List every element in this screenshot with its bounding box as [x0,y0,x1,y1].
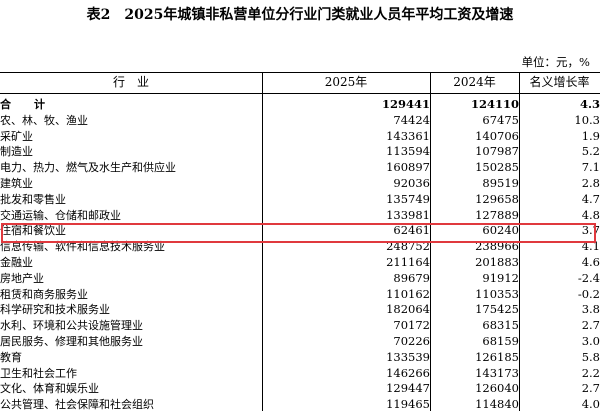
table-row: 科学研究和技术服务业 182064 175425 3.8 [0,302,600,318]
wage-2024: 89519 [482,175,519,190]
wage-2024: 129658 [475,191,519,206]
wage-2025: 70226 [393,333,430,348]
table-row: 建筑业 92036 89519 2.8 [0,176,600,192]
growth-rate: 7.1 [581,160,600,175]
table-row: 农、林、牧、渔业 74424 67475 10.3 [0,113,600,129]
table-row: 居民服务、修理和其他服务业 70226 68159 3.0 [0,334,600,350]
growth-rate: 4.7 [581,191,600,206]
wage-2025: 129441 [381,97,430,111]
industry-name: 租赁和商务服务业 [0,287,88,301]
wage-2024: 175425 [475,302,519,317]
table-row: 金融业 211164 201883 4.6 [0,255,600,271]
header-2024: 2024年 [453,75,496,89]
table-row: 采矿业 143361 140706 1.9 [0,129,600,145]
wage-table: 合 计 129441 124110 4.3 农、林、牧、渔业 74424 67475 10.3… [0,97,600,413]
industry-name: 电力、热力、燃气及水生产和供应业 [0,161,176,175]
unit-note: 单位：元，% [521,55,590,69]
table-row: 房地产业 89679 91912 -2.4 [0,271,600,287]
wage-2025: 143361 [386,128,430,143]
table-title: 表2 2025年城镇非私营单位分行业门类就业人员年平均工资及增速 [0,6,600,24]
industry-name: 居民服务、修理和其他服务业 [0,334,143,348]
table-row: 卫生和社会工作 146266 143173 2.2 [0,366,600,382]
table-row: 交通运输、仓储和邮政业 133981 127889 4.8 [0,208,600,224]
growth-rate: 2.7 [581,381,600,396]
growth-rate: 2.2 [581,365,600,380]
growth-rate: 2.8 [581,175,600,190]
wage-2025: 74424 [393,112,430,127]
industry-name: 水利、环境和公共设施管理业 [0,319,143,333]
table-row: 水利、环境和公共设施管理业 70172 68315 2.7 [0,318,600,334]
wage-2024: 124110 [470,97,519,111]
table-row: 批发和零售业 135749 129658 4.7 [0,192,600,208]
growth-rate: 5.8 [581,349,600,364]
growth-rate: 3.0 [581,333,600,348]
wage-2024: 68159 [482,333,519,348]
wage-2024: 68315 [482,318,519,333]
table-header-rule [0,93,600,94]
industry-name: 农、林、牧、渔业 [0,113,88,127]
wage-2025: 92036 [393,175,430,190]
growth-rate: 3.8 [581,302,600,317]
table-row: 电力、热力、燃气及水生产和供应业 160897 150285 7.1 [0,160,600,176]
industry-name: 建筑业 [0,176,33,190]
wage-2025: 160897 [386,160,430,175]
industry-name: 交通运输、仓储和邮政业 [0,208,121,222]
wage-2025: 110162 [386,286,430,301]
growth-rate: 5.2 [581,144,600,159]
header-2025: 2025年 [324,75,368,89]
industry-name: 采矿业 [0,129,33,143]
growth-rate: 4.3 [579,97,600,111]
table-row: 文化、体育和娱乐业 129447 126040 2.7 [0,381,600,397]
industry-name: 批发和零售业 [0,192,66,206]
growth-rate: -0.2 [577,286,600,301]
highlight-box [1,223,596,243]
wage-2025: 182064 [386,302,430,317]
growth-rate: 4.6 [581,254,600,269]
wage-2024: 107987 [475,144,519,159]
growth-rate: -2.4 [577,270,600,285]
wage-2025: 129447 [386,381,430,396]
wage-2025: 211164 [386,254,430,269]
wage-2024: 127889 [475,207,519,222]
industry-name: 合 计 [0,98,51,111]
growth-rate: 10.3 [574,112,600,127]
table-row: 教育 133539 126185 5.8 [0,350,600,366]
table-number: 表2 [86,7,111,23]
wage-2025: 133981 [386,207,430,222]
industry-name: 卫生和社会工作 [0,366,77,380]
growth-rate: 2.7 [581,318,600,333]
table-title-text: 2025年城镇非私营单位分行业门类就业人员年平均工资及增速 [124,7,514,23]
table-row: 制造业 113594 107987 5.2 [0,144,600,160]
wage-2024: 150285 [475,160,519,175]
wage-2025: 70172 [393,318,430,333]
wage-2024: 67475 [482,112,519,127]
header-growth: 名义增长率 [529,75,590,89]
wage-2024: 126040 [475,381,519,396]
industry-name: 金融业 [0,255,33,269]
total-row: 合 计 129441 124110 4.3 [0,97,600,113]
wage-2025: 146266 [386,365,430,380]
wage-2025: 89679 [393,270,430,285]
wage-2024: 91912 [482,270,519,285]
industry-name: 教育 [0,350,22,364]
wage-2024: 110353 [475,286,519,301]
wage-2024: 143173 [475,365,519,380]
industry-name: 科学研究和技术服务业 [0,303,110,317]
header-industry: 行 业 [112,75,149,89]
wage-2025: 135749 [386,191,430,206]
industry-name: 制造业 [0,145,33,159]
wage-2024: 126185 [475,349,519,364]
growth-rate: 4.8 [581,207,600,222]
wage-2024: 201883 [475,254,519,269]
wage-2025: 113594 [386,144,430,159]
wage-2025: 133539 [386,349,430,364]
growth-rate: 1.9 [581,128,600,143]
industry-name: 房地产业 [0,271,44,285]
industry-name: 文化、体育和娱乐业 [0,382,99,396]
wage-2024: 140706 [475,128,519,143]
table-row: 租赁和商务服务业 110162 110353 -0.2 [0,287,600,303]
